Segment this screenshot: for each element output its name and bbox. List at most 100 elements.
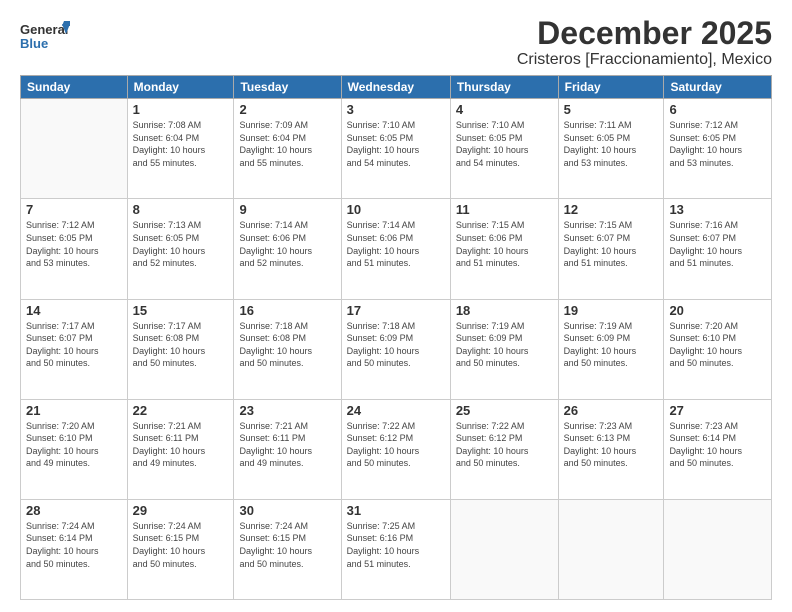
day-info: Sunrise: 7:16 AM Sunset: 6:07 PM Dayligh… — [669, 219, 766, 269]
day-number: 26 — [564, 403, 659, 418]
calendar-cell: 25Sunrise: 7:22 AM Sunset: 6:12 PM Dayli… — [450, 399, 558, 499]
day-info: Sunrise: 7:15 AM Sunset: 6:07 PM Dayligh… — [564, 219, 659, 269]
calendar-cell: 19 Sunrise: 7:19 AM Sunset: 6:09 PM Dayli… — [558, 299, 664, 399]
day-number: 9 — [239, 202, 335, 217]
calendar-cell: 13 Sunrise: 7:16 AM Sunset: 6:07 PM Dayli… — [664, 199, 772, 299]
day-info: Sunrise: 7:21 AM Sunset: 6:11 PM Dayligh… — [133, 420, 229, 470]
calendar-cell: 1Sunrise: 7:08 AM Sunset: 6:04 PM Daylig… — [127, 99, 234, 199]
day-info: Sunrise: 7:10 AM Sunset: 6:05 PM Dayligh… — [456, 119, 553, 169]
weekday-header-thursday: Thursday — [450, 76, 558, 99]
calendar-cell: 22 Sunrise: 7:21 AM Sunset: 6:11 PM Dayli… — [127, 399, 234, 499]
day-number: 11 — [456, 202, 553, 217]
calendar-cell: 2 Sunrise: 7:09 AM Sunset: 6:04 PM Daylig… — [234, 99, 341, 199]
day-info: Sunrise: 7:15 AM Sunset: 6:06 PM Dayligh… — [456, 219, 553, 269]
calendar-cell: 15Sunrise: 7:17 AM Sunset: 6:08 PM Dayli… — [127, 299, 234, 399]
calendar-cell: 3 Sunrise: 7:10 AM Sunset: 6:05 PM Daylig… — [341, 99, 450, 199]
day-info: Sunrise: 7:24 AM Sunset: 6:15 PM Dayligh… — [239, 520, 335, 570]
day-number: 25 — [456, 403, 553, 418]
day-number: 18 — [456, 303, 553, 318]
day-number: 23 — [239, 403, 335, 418]
calendar-cell: 27 Sunrise: 7:23 AM Sunset: 6:14 PM Dayli… — [664, 399, 772, 499]
calendar-cell — [664, 499, 772, 599]
day-number: 19 — [564, 303, 659, 318]
calendar-cell: 6 Sunrise: 7:12 AM Sunset: 6:05 PM Daylig… — [664, 99, 772, 199]
calendar-cell: 12 Sunrise: 7:15 AM Sunset: 6:07 PM Dayli… — [558, 199, 664, 299]
calendar-cell: 31Sunrise: 7:25 AM Sunset: 6:16 PM Dayli… — [341, 499, 450, 599]
day-info: Sunrise: 7:12 AM Sunset: 6:05 PM Dayligh… — [669, 119, 766, 169]
day-number: 12 — [564, 202, 659, 217]
day-number: 1 — [133, 102, 229, 117]
day-number: 16 — [239, 303, 335, 318]
calendar-cell: 29 Sunrise: 7:24 AM Sunset: 6:15 PM Dayli… — [127, 499, 234, 599]
weekday-header-row: SundayMondayTuesdayWednesdayThursdayFrid… — [21, 76, 772, 99]
day-number: 8 — [133, 202, 229, 217]
day-info: Sunrise: 7:18 AM Sunset: 6:09 PM Dayligh… — [347, 320, 445, 370]
day-number: 21 — [26, 403, 122, 418]
day-info: Sunrise: 7:25 AM Sunset: 6:16 PM Dayligh… — [347, 520, 445, 570]
calendar-week-2: 7 Sunrise: 7:12 AM Sunset: 6:05 PM Daylig… — [21, 199, 772, 299]
day-number: 17 — [347, 303, 445, 318]
location-subtitle: Cristeros [Fraccionamiento], Mexico — [517, 51, 772, 69]
day-number: 3 — [347, 102, 445, 117]
day-info: Sunrise: 7:11 AM Sunset: 6:05 PM Dayligh… — [564, 119, 659, 169]
calendar-cell: 5 Sunrise: 7:11 AM Sunset: 6:05 PM Daylig… — [558, 99, 664, 199]
day-info: Sunrise: 7:24 AM Sunset: 6:15 PM Dayligh… — [133, 520, 229, 570]
title-block: December 2025 Cristeros [Fraccionamiento… — [517, 16, 772, 69]
weekday-header-sunday: Sunday — [21, 76, 128, 99]
logo-icon: General Blue — [20, 16, 70, 56]
day-info: Sunrise: 7:13 AM Sunset: 6:05 PM Dayligh… — [133, 219, 229, 269]
day-number: 13 — [669, 202, 766, 217]
day-info: Sunrise: 7:17 AM Sunset: 6:08 PM Dayligh… — [133, 320, 229, 370]
day-info: Sunrise: 7:22 AM Sunset: 6:12 PM Dayligh… — [347, 420, 445, 470]
day-number: 5 — [564, 102, 659, 117]
weekday-header-friday: Friday — [558, 76, 664, 99]
calendar-cell: 21 Sunrise: 7:20 AM Sunset: 6:10 PM Dayli… — [21, 399, 128, 499]
day-info: Sunrise: 7:17 AM Sunset: 6:07 PM Dayligh… — [26, 320, 122, 370]
day-number: 14 — [26, 303, 122, 318]
calendar-cell: 18 Sunrise: 7:19 AM Sunset: 6:09 PM Dayli… — [450, 299, 558, 399]
day-info: Sunrise: 7:23 AM Sunset: 6:14 PM Dayligh… — [669, 420, 766, 470]
day-info: Sunrise: 7:20 AM Sunset: 6:10 PM Dayligh… — [669, 320, 766, 370]
day-info: Sunrise: 7:24 AM Sunset: 6:14 PM Dayligh… — [26, 520, 122, 570]
calendar-cell: 14 Sunrise: 7:17 AM Sunset: 6:07 PM Dayli… — [21, 299, 128, 399]
calendar-cell: 24 Sunrise: 7:22 AM Sunset: 6:12 PM Dayli… — [341, 399, 450, 499]
day-info: Sunrise: 7:18 AM Sunset: 6:08 PM Dayligh… — [239, 320, 335, 370]
svg-text:Blue: Blue — [20, 36, 48, 51]
calendar-week-3: 14 Sunrise: 7:17 AM Sunset: 6:07 PM Dayli… — [21, 299, 772, 399]
svg-text:General: General — [20, 22, 68, 37]
day-number: 24 — [347, 403, 445, 418]
calendar-cell — [450, 499, 558, 599]
day-number: 2 — [239, 102, 335, 117]
calendar-cell: 17 Sunrise: 7:18 AM Sunset: 6:09 PM Dayli… — [341, 299, 450, 399]
day-info: Sunrise: 7:12 AM Sunset: 6:05 PM Dayligh… — [26, 219, 122, 269]
day-number: 20 — [669, 303, 766, 318]
weekday-header-saturday: Saturday — [664, 76, 772, 99]
calendar-cell: 23Sunrise: 7:21 AM Sunset: 6:11 PM Dayli… — [234, 399, 341, 499]
calendar-cell: 28 Sunrise: 7:24 AM Sunset: 6:14 PM Dayli… — [21, 499, 128, 599]
day-number: 6 — [669, 102, 766, 117]
calendar-cell — [21, 99, 128, 199]
calendar-cell: 10Sunrise: 7:14 AM Sunset: 6:06 PM Dayli… — [341, 199, 450, 299]
calendar-cell: 26Sunrise: 7:23 AM Sunset: 6:13 PM Dayli… — [558, 399, 664, 499]
calendar-cell: 7 Sunrise: 7:12 AM Sunset: 6:05 PM Daylig… — [21, 199, 128, 299]
logo: General Blue — [20, 16, 70, 56]
header: General Blue December 2025 Cristeros [Fr… — [20, 16, 772, 69]
calendar-cell: 16 Sunrise: 7:18 AM Sunset: 6:08 PM Dayli… — [234, 299, 341, 399]
day-info: Sunrise: 7:20 AM Sunset: 6:10 PM Dayligh… — [26, 420, 122, 470]
day-number: 22 — [133, 403, 229, 418]
day-number: 7 — [26, 202, 122, 217]
day-info: Sunrise: 7:09 AM Sunset: 6:04 PM Dayligh… — [239, 119, 335, 169]
calendar-week-5: 28 Sunrise: 7:24 AM Sunset: 6:14 PM Dayli… — [21, 499, 772, 599]
day-number: 28 — [26, 503, 122, 518]
calendar-cell — [558, 499, 664, 599]
calendar-cell: 30Sunrise: 7:24 AM Sunset: 6:15 PM Dayli… — [234, 499, 341, 599]
day-info: Sunrise: 7:19 AM Sunset: 6:09 PM Dayligh… — [456, 320, 553, 370]
day-info: Sunrise: 7:10 AM Sunset: 6:05 PM Dayligh… — [347, 119, 445, 169]
day-info: Sunrise: 7:19 AM Sunset: 6:09 PM Dayligh… — [564, 320, 659, 370]
day-number: 27 — [669, 403, 766, 418]
calendar-week-4: 21 Sunrise: 7:20 AM Sunset: 6:10 PM Dayli… — [21, 399, 772, 499]
calendar-page: General Blue December 2025 Cristeros [Fr… — [0, 0, 792, 612]
weekday-header-wednesday: Wednesday — [341, 76, 450, 99]
day-number: 29 — [133, 503, 229, 518]
calendar-cell: 20 Sunrise: 7:20 AM Sunset: 6:10 PM Dayli… — [664, 299, 772, 399]
